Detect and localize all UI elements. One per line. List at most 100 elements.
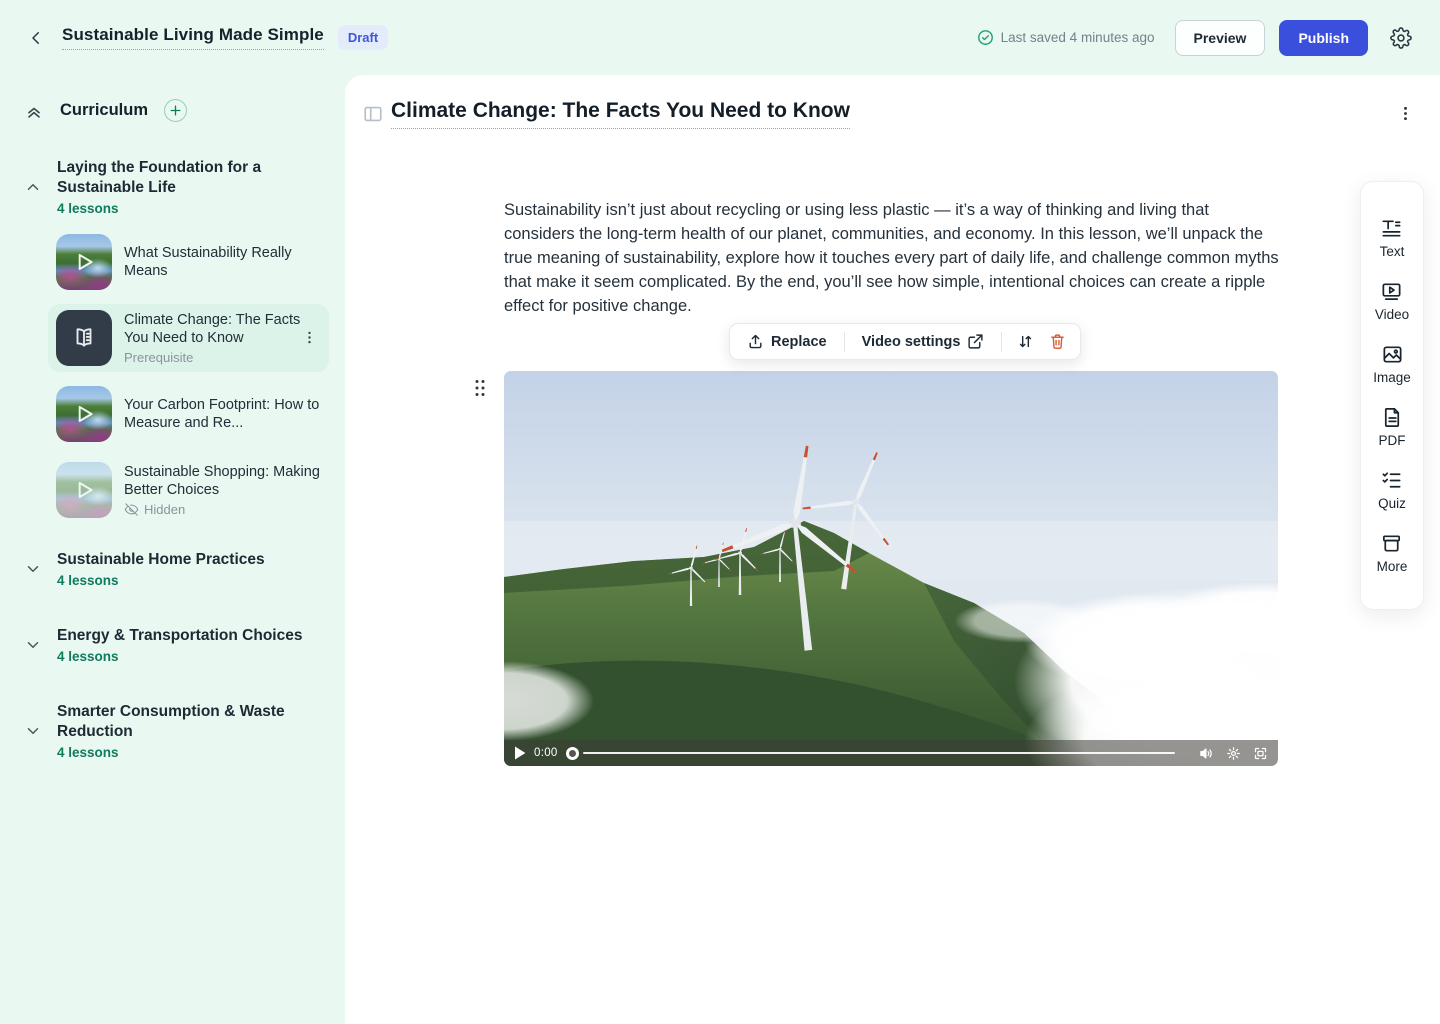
lesson-title: Sustainable Shopping: Making Better Choi… [124,463,321,499]
divider [844,332,845,352]
trash-icon [1049,333,1066,350]
video-block-toolbar: Replace Video settings [729,323,1081,360]
settings-button[interactable] [1388,25,1414,51]
image-icon [1381,343,1404,366]
curriculum-sidebar: Curriculum Laying the Foundation for a S… [0,75,345,1024]
video-time: 0:00 [534,747,558,759]
delete-block-button[interactable] [1042,328,1072,356]
lesson-thumbnail [56,234,112,290]
publish-button[interactable]: Publish [1279,20,1368,56]
section-header[interactable]: Smarter Consumption & Waste Reduction 4 … [0,702,345,760]
insert-element-panel: Text Video Image PDF Quiz More [1360,181,1424,610]
section-title: Smarter Consumption & Waste Reduction [57,702,321,742]
lesson-thumbnail [56,462,112,518]
top-bar-actions: Last saved 4 minutes ago Preview Publish [977,20,1414,56]
section-header[interactable]: Sustainable Home Practices 4 lessons [0,550,345,588]
replace-button[interactable]: Replace [738,327,836,356]
collapse-all-button[interactable] [24,101,44,121]
lesson-subtitle: Prerequisite [124,350,321,365]
save-status: Last saved 4 minutes ago [977,29,1155,46]
lesson-thumbnail [56,386,112,442]
section-lesson-count: 4 lessons [57,649,321,664]
lesson-paragraph[interactable]: Sustainability isn’t just about recyclin… [504,198,1280,318]
arrows-up-down-icon [1017,333,1034,350]
text-icon [1380,217,1403,240]
lesson-title: What Sustainability Really Means [124,244,321,280]
play-icon [56,386,112,442]
section-title: Energy & Transportation Choices [57,626,321,646]
play-icon [56,234,112,290]
section-title: Laying the Foundation for a Sustainable … [57,158,321,198]
last-saved-text: Last saved 4 minutes ago [1001,30,1155,45]
section-title: Sustainable Home Practices [57,550,321,570]
more-icon [1380,532,1403,555]
kebab-icon [1396,104,1415,123]
preview-button[interactable]: Preview [1175,20,1266,56]
divider [1001,332,1002,352]
section-lesson-count: 4 lessons [57,745,321,760]
chevrons-up-icon [24,101,44,121]
chevron-left-icon [27,29,45,47]
section-lesson-count: 4 lessons [57,201,321,216]
drag-dots-icon [473,378,487,398]
play-button[interactable] [514,746,526,760]
gear-icon [1390,27,1412,49]
section-header[interactable]: Laying the Foundation for a Sustainable … [0,158,345,216]
lesson-item[interactable]: What Sustainability Really Means [48,228,329,296]
lesson-title: Climate Change: The Facts You Need to Kn… [124,311,321,347]
eye-off-icon [124,502,139,517]
quiz-icon [1380,469,1403,492]
lesson-thumbnail [56,310,112,366]
kebab-icon [301,329,318,346]
lesson-item-selected[interactable]: Climate Change: The Facts You Need to Kn… [48,304,329,372]
insert-image-button[interactable]: Image [1373,343,1411,385]
fullscreen-icon[interactable] [1253,746,1268,761]
upload-icon [747,333,764,350]
chevron-down-icon [24,636,42,654]
chevron-down-icon [24,722,42,740]
plus-icon [169,104,182,117]
curriculum-title: Curriculum [60,101,148,120]
external-link-icon [967,333,984,350]
lesson-list: What Sustainability Really Means Climate… [0,228,345,524]
insert-quiz-button[interactable]: Quiz [1378,469,1406,511]
volume-icon[interactable] [1199,746,1214,761]
lesson-editor: Climate Change: The Facts You Need to Kn… [345,75,1440,1024]
status-badge: Draft [338,25,388,50]
back-button[interactable] [24,26,48,50]
video-player[interactable]: 0:00 [504,371,1278,766]
insert-more-button[interactable]: More [1377,532,1408,574]
lesson-item-hidden[interactable]: Sustainable Shopping: Making Better Choi… [48,456,329,524]
section-header[interactable]: Energy & Transportation Choices 4 lesson… [0,626,345,664]
insert-text-button[interactable]: Text [1380,217,1405,259]
course-title[interactable]: Sustainable Living Made Simple [62,25,324,50]
top-bar: Sustainable Living Made Simple Draft Las… [0,0,1440,75]
insert-pdf-button[interactable]: PDF [1379,406,1406,448]
seek-track[interactable] [583,752,1175,754]
video-settings-button[interactable]: Video settings [853,327,994,356]
lesson-menu-button[interactable] [301,329,319,347]
video-frame-windfarm [504,371,1278,766]
lesson-title: Your Carbon Footprint: How to Measure an… [124,396,321,432]
chevron-down-icon [24,560,42,578]
book-open-icon [71,325,97,351]
lesson-subtitle: Hidden [144,502,185,517]
add-section-button[interactable] [164,99,187,122]
section-lesson-count: 4 lessons [57,573,321,588]
play-icon [56,462,112,518]
lesson-options-button[interactable] [1396,104,1416,124]
video-settings-icon[interactable] [1226,746,1241,761]
curriculum-header: Curriculum [0,99,345,122]
seek-knob[interactable] [566,747,579,760]
move-block-button[interactable] [1010,328,1040,356]
sidebar-toggle-button[interactable] [362,103,384,125]
chevron-up-icon [24,178,42,196]
lesson-title-heading[interactable]: Climate Change: The Facts You Need to Kn… [391,99,850,129]
check-circle-icon [977,29,994,46]
video-icon [1380,280,1403,303]
block-drag-handle[interactable] [473,378,487,398]
lesson-item[interactable]: Your Carbon Footprint: How to Measure an… [48,380,329,448]
pdf-icon [1381,406,1404,429]
video-control-bar: 0:00 [504,740,1278,766]
insert-video-button[interactable]: Video [1375,280,1409,322]
